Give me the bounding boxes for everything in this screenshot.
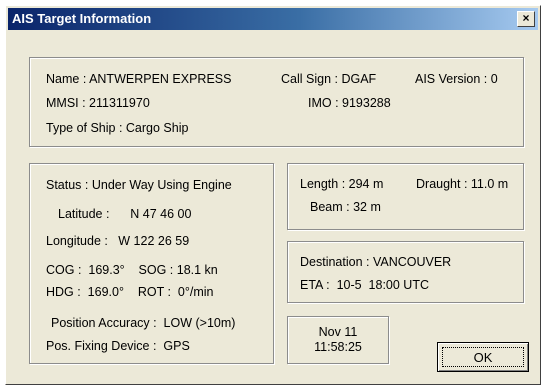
imo: IMO : 9193288	[308, 96, 391, 110]
draught: Draught : 11.0 m	[416, 177, 509, 191]
navigation-group: Status : Under Way Using Engine Latitude…	[29, 163, 274, 364]
position-accuracy: Position Accuracy : LOW (>10m)	[51, 316, 236, 330]
ok-label: OK	[473, 350, 493, 365]
close-button[interactable]: ×	[517, 11, 535, 27]
identity-group: Name : ANTWERPEN EXPRESS Call Sign : DGA…	[29, 57, 524, 147]
timestamp-time: 11:58:25	[314, 340, 362, 354]
destination: Destination : VANCOUVER	[300, 255, 452, 269]
latitude: Latitude : N 47 46 00	[58, 207, 192, 221]
length: Length : 294 m	[300, 177, 384, 191]
ship-name: Name : ANTWERPEN EXPRESS	[46, 72, 232, 86]
hdg-rot: HDG : 169.0° ROT : 0°/min	[46, 285, 214, 299]
voyage-group: Destination : VANCOUVER ETA : 10-5 18:00…	[287, 241, 524, 303]
longitude: Longitude : W 122 26 59	[46, 234, 190, 248]
ok-button[interactable]: OK	[437, 342, 529, 372]
ais-target-dialog: AIS Target Information × Name : ANTWERPE…	[5, 5, 541, 385]
nav-status: Status : Under Way Using Engine	[46, 178, 232, 192]
eta: ETA : 10-5 18:00 UTC	[300, 278, 429, 292]
timestamp-date: Nov 11	[318, 325, 358, 339]
dimensions-group: Length : 294 m Draught : 11.0 m Beam : 3…	[287, 163, 524, 230]
ais-version: AIS Version : 0	[415, 72, 498, 86]
beam: Beam : 32 m	[310, 200, 381, 214]
pos-fixing-device: Pos. Fixing Device : GPS	[46, 339, 190, 353]
close-icon: ×	[522, 11, 530, 25]
type-of-ship: Type of Ship : Cargo Ship	[46, 121, 189, 135]
mmsi: MMSI : 211311970	[46, 96, 150, 110]
timestamp-group: Nov 11 11:58:25	[287, 316, 389, 364]
call-sign: Call Sign : DGAF	[281, 72, 377, 86]
window-title: AIS Target Information	[12, 11, 152, 26]
title-bar[interactable]: AIS Target Information ×	[8, 8, 538, 30]
cog-sog: COG : 169.3° SOG : 18.1 kn	[46, 263, 218, 277]
